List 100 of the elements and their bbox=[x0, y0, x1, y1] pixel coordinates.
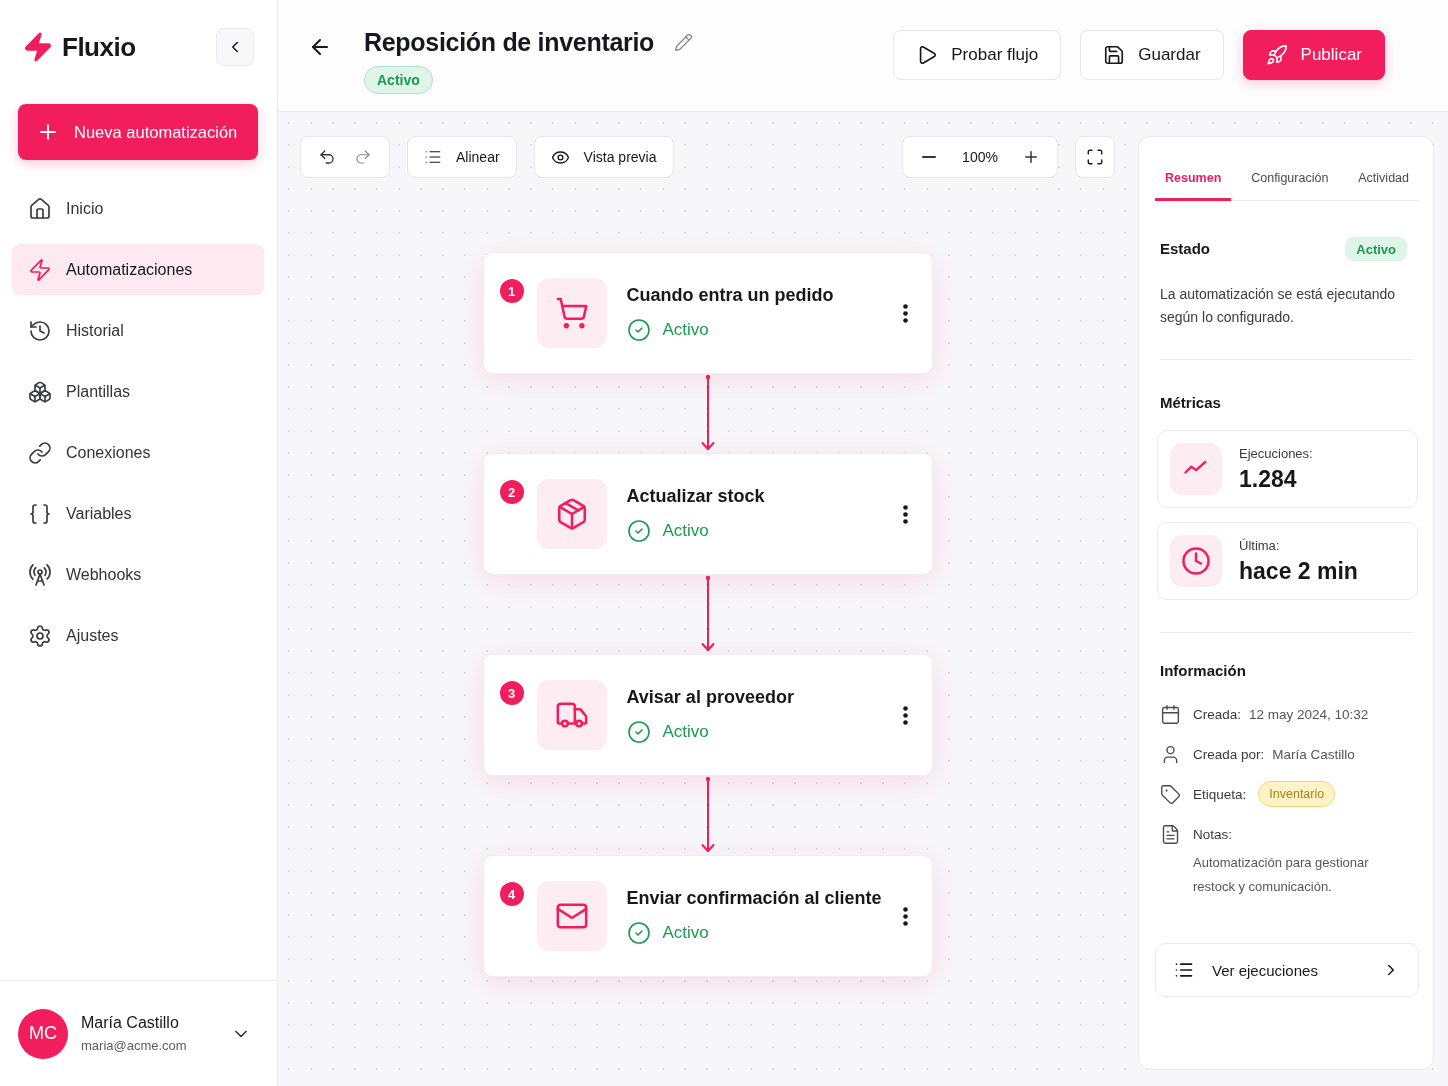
flow-step-card[interactable]: 2 Actualizar stock Activo bbox=[482, 453, 933, 575]
list-icon bbox=[1174, 960, 1194, 980]
rocket-icon bbox=[1265, 44, 1288, 66]
step-title: Avisar al proveedor bbox=[626, 686, 794, 708]
brand-name: Fluxio bbox=[62, 31, 136, 63]
header-button[interactable]: Probar flujo bbox=[893, 30, 1062, 80]
view-executions-button[interactable]: Ver ejecuciones bbox=[1155, 943, 1419, 997]
pencil-icon bbox=[674, 32, 694, 52]
package-icon bbox=[536, 479, 607, 549]
calendar-icon bbox=[1160, 703, 1181, 725]
step-title: Actualizar stock bbox=[626, 485, 765, 507]
info-value: 12 may 2024, 10:32 bbox=[1249, 706, 1369, 722]
metric-value: 1.284 bbox=[1239, 465, 1298, 493]
sidebar-item[interactable]: Conexiones bbox=[12, 427, 264, 478]
redo-icon bbox=[354, 148, 372, 166]
tag-pill: Inventario bbox=[1258, 781, 1336, 807]
step-title: Enviar confirmación al cliente bbox=[626, 887, 882, 909]
check-circle-icon bbox=[626, 719, 651, 744]
sidebar-item[interactable]: Automatizaciones bbox=[12, 244, 264, 295]
zoom-level: 100% bbox=[961, 149, 999, 165]
step-status: Activo bbox=[662, 319, 709, 340]
info-label: Creada por: bbox=[1193, 746, 1265, 762]
history-icon bbox=[28, 318, 52, 343]
status-pill: Activo bbox=[364, 66, 433, 94]
trend-chart-icon bbox=[1170, 443, 1222, 495]
sidebar-item[interactable]: Plantillas bbox=[12, 366, 264, 417]
status-pill: Activo bbox=[1345, 237, 1407, 261]
link-icon bbox=[28, 440, 52, 465]
flow-step-card[interactable]: 3 Avisar al proveedor Activo bbox=[482, 654, 933, 776]
tag-icon bbox=[1160, 783, 1181, 805]
info-label: Notas: bbox=[1193, 826, 1233, 842]
lightning-logo-icon bbox=[22, 31, 54, 63]
info-label: Creada: bbox=[1193, 706, 1242, 722]
truck-icon bbox=[536, 680, 607, 750]
note-text: Automatización para gestionar restock y comunicación. bbox=[1193, 854, 1370, 896]
undo-icon bbox=[318, 148, 336, 166]
info-value: María Castillo bbox=[1272, 746, 1355, 762]
check-circle-icon bbox=[626, 920, 651, 945]
mail-icon bbox=[536, 881, 607, 951]
more-button[interactable] bbox=[901, 502, 910, 526]
status-description: La automatización se está ejecutando según lo configurado. bbox=[1160, 285, 1397, 327]
preview-button[interactable]: Vista previa bbox=[533, 136, 674, 178]
step-status: Activo bbox=[662, 922, 709, 943]
home-icon bbox=[28, 196, 52, 221]
save-icon bbox=[1103, 44, 1126, 66]
edit-title-button[interactable] bbox=[674, 32, 694, 52]
header-button[interactable]: Guardar bbox=[1080, 30, 1224, 80]
step-number: 1 bbox=[499, 279, 524, 303]
section-heading: Información bbox=[1160, 661, 1247, 681]
page-title: Reposición de inventario bbox=[364, 27, 655, 58]
check-circle-icon bbox=[626, 518, 651, 543]
info-label: Etiqueta: bbox=[1193, 786, 1247, 802]
flow-step-card[interactable]: 4 Enviar confirmación al cliente Activo bbox=[482, 855, 933, 977]
step-status: Activo bbox=[662, 721, 709, 742]
metric-label: Última: bbox=[1239, 537, 1281, 553]
user-email: maria@acme.com bbox=[81, 1038, 188, 1053]
sidebar-item[interactable]: Historial bbox=[12, 305, 264, 356]
flow-step-card[interactable]: 1 Cuando entra un pedido Activo bbox=[482, 252, 933, 374]
boxes-icon bbox=[28, 379, 52, 404]
lightning-icon bbox=[28, 257, 52, 282]
panel-tab[interactable]: Configuración bbox=[1241, 157, 1339, 201]
section-heading: Estado bbox=[1160, 239, 1210, 259]
settings-icon bbox=[28, 623, 52, 648]
step-status: Activo bbox=[662, 520, 709, 541]
document-icon bbox=[1160, 823, 1181, 845]
check-circle-icon bbox=[626, 317, 651, 342]
panel-tab[interactable]: Actividad bbox=[1348, 157, 1419, 201]
step-number: 2 bbox=[499, 480, 524, 504]
more-button[interactable] bbox=[901, 904, 910, 928]
step-number: 3 bbox=[499, 681, 524, 705]
list-icon bbox=[424, 148, 442, 166]
fullscreen-button[interactable] bbox=[1075, 136, 1115, 178]
clock-icon bbox=[1170, 535, 1222, 587]
kebab-icon bbox=[903, 303, 908, 323]
kebab-icon bbox=[903, 906, 908, 926]
sidebar-item[interactable]: Ajustes bbox=[12, 610, 264, 661]
cart-icon bbox=[536, 278, 607, 348]
sidebar-item[interactable]: Variables bbox=[12, 488, 264, 539]
user-avatar: MC bbox=[18, 1008, 68, 1059]
step-title: Cuando entra un pedido bbox=[626, 284, 834, 306]
plus-icon bbox=[1022, 148, 1040, 166]
kebab-icon bbox=[903, 504, 908, 524]
braces-icon bbox=[28, 501, 52, 526]
more-button[interactable] bbox=[901, 301, 910, 325]
section-heading: Métricas bbox=[1160, 393, 1222, 413]
kebab-icon bbox=[903, 705, 908, 725]
sidebar-item[interactable]: Webhooks bbox=[12, 549, 264, 600]
metric-value: hace 2 min bbox=[1239, 557, 1358, 585]
fullscreen-icon bbox=[1086, 148, 1104, 166]
more-button[interactable] bbox=[901, 703, 910, 727]
align-button[interactable]: Alinear bbox=[407, 136, 517, 178]
metric-label: Ejecuciones: bbox=[1239, 445, 1313, 461]
antenna-icon bbox=[28, 562, 52, 587]
user-name: María Castillo bbox=[81, 1014, 180, 1032]
header-button[interactable]: Publicar bbox=[1242, 30, 1385, 80]
sidebar-item[interactable]: Inicio bbox=[12, 183, 264, 234]
new-automation-button[interactable]: Nueva automatización bbox=[18, 104, 258, 160]
step-number: 4 bbox=[499, 882, 524, 906]
panel-tab[interactable]: Resumen bbox=[1155, 157, 1232, 201]
minus-icon bbox=[922, 156, 936, 158]
